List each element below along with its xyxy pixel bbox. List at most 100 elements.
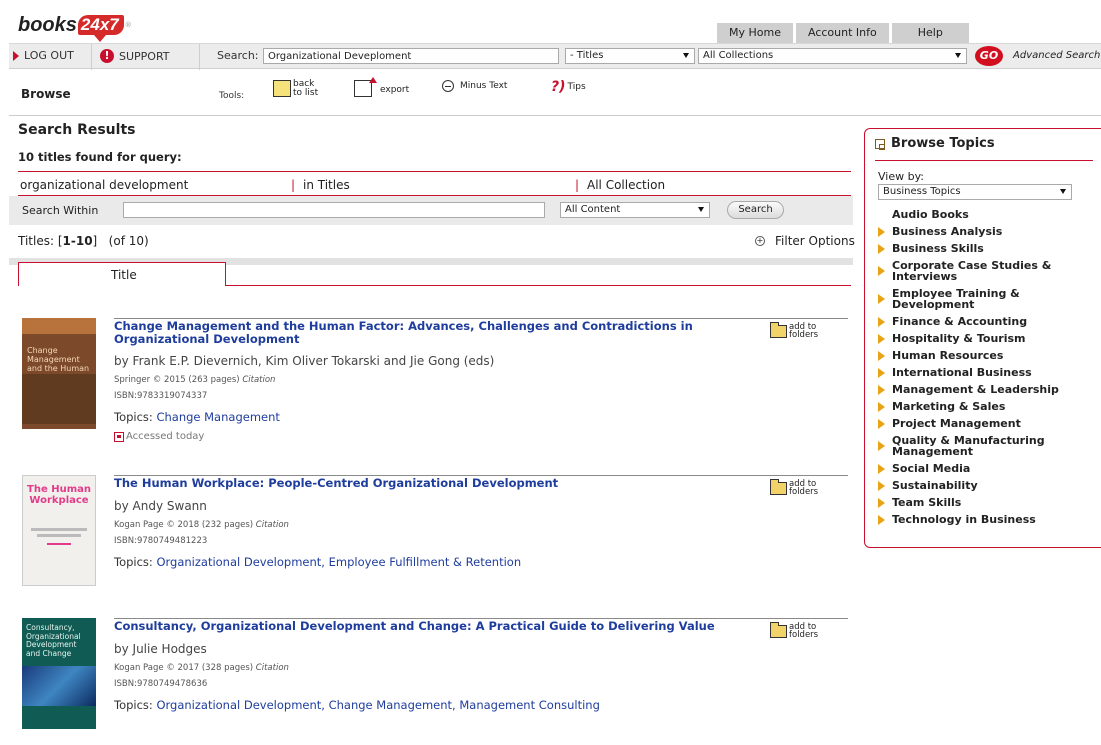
logout-link[interactable]: LOG OUT [13, 49, 74, 62]
topic-item[interactable]: Quality & Manufacturing Management [878, 435, 1088, 457]
advanced-search-link[interactable]: Advanced Search [1013, 50, 1100, 61]
topic-item[interactable]: Sustainability [878, 480, 1088, 491]
tab-account-info[interactable]: Account Info [795, 23, 889, 43]
topic-link[interactable]: Organizational Development, Employee Ful… [156, 555, 521, 569]
topic-item[interactable]: Human Resources [878, 350, 1088, 361]
expand-arrow-icon [878, 481, 885, 491]
search-scope-value: - Titles [570, 50, 604, 61]
topic-item[interactable]: Team Skills [878, 497, 1088, 508]
minus-circle-icon [442, 80, 454, 92]
export-button[interactable]: export [354, 77, 409, 97]
topic-label: Human Resources [892, 349, 1004, 362]
book-cover-title: The Human Workplace [27, 484, 91, 506]
topic-item[interactable]: Finance & Accounting [878, 316, 1088, 327]
view-by-select[interactable]: Business Topics [878, 184, 1072, 200]
result-isbn: ISBN:9780749481223 [114, 536, 208, 546]
add-to-folders-button[interactable]: add to folders [770, 621, 823, 639]
back-to-list-button[interactable]: back to list [273, 80, 321, 98]
logo-books-text: books [18, 13, 77, 36]
collection-select[interactable]: All Collections [698, 48, 967, 64]
titles-range: Titles: [1-10] (of 10) [18, 234, 149, 248]
topic-link[interactable]: Organizational Development, Change Manag… [156, 698, 599, 712]
view-by-label: View by: [878, 170, 924, 183]
chevron-down-icon [698, 207, 704, 212]
topic-label: Team Skills [892, 496, 962, 509]
minus-text-button[interactable]: Minus Text [442, 80, 507, 92]
topic-label: Marketing & Sales [892, 400, 1006, 413]
query-scope: in Titles [303, 178, 350, 192]
view-by-value: Business Topics [883, 186, 961, 197]
browse-label: Browse [21, 87, 71, 101]
sort-tab-title[interactable]: Title [18, 262, 226, 286]
filter-options-label: Filter Options [775, 234, 855, 248]
search-scope-select[interactable]: - Titles [565, 48, 695, 64]
topic-label: Sustainability [892, 479, 978, 492]
tab-help[interactable]: Help [891, 23, 969, 43]
tab-my-home[interactable]: My Home [717, 23, 793, 43]
topic-label: International Business [892, 366, 1032, 379]
topic-list: Audio Books Business Analysis Business S… [878, 209, 1088, 531]
topic-item[interactable]: Technology in Business [878, 514, 1088, 525]
expand-arrow-icon [878, 244, 885, 254]
topic-item[interactable]: Project Management [878, 418, 1088, 429]
expand-arrow-icon [878, 294, 885, 304]
topic-item[interactable]: International Business [878, 367, 1088, 378]
citation-link[interactable]: Citation [256, 520, 289, 530]
search-within-input[interactable] [123, 202, 545, 218]
tips-button[interactable]: ?) Tips [551, 79, 586, 95]
folder-icon [770, 321, 787, 338]
topic-label: Technology in Business [892, 513, 1036, 526]
topic-item[interactable]: Business Skills [878, 243, 1088, 254]
result-title-link[interactable]: The Human Workplace: People-Centred Orga… [114, 477, 734, 490]
topic-item[interactable]: Audio Books [878, 209, 1088, 220]
tree-icon [875, 138, 885, 150]
topic-item[interactable]: Employee Training & Development [878, 288, 1088, 310]
books24x7-logo[interactable]: books 24x7 ® [18, 12, 132, 42]
add-to-folders-button[interactable]: add to folders [770, 478, 823, 496]
query-collection: All Collection [587, 178, 666, 192]
folder-icon [770, 478, 787, 495]
result-topics: Topics: Organizational Development, Chan… [114, 698, 600, 712]
result-title-link[interactable]: Consultancy, Organizational Development … [114, 620, 734, 633]
query-separator: | [291, 178, 296, 192]
topic-link[interactable]: Change Management [156, 410, 279, 424]
content-scope-select[interactable]: All Content [560, 202, 710, 218]
result-item: Consultancy, Organizational Development … [20, 618, 850, 738]
topic-item[interactable]: Marketing & Sales [878, 401, 1088, 412]
book-cover[interactable]: Change Management and the Human Factor [22, 318, 96, 429]
search-input[interactable] [263, 48, 559, 64]
result-isbn: ISBN:9780749478636 [114, 679, 208, 689]
support-label: SUPPORT [119, 49, 170, 63]
result-title-link[interactable]: Change Management and the Human Factor: … [114, 320, 734, 346]
expand-arrow-icon [878, 419, 885, 429]
result-authors: by Frank E.P. Dievernich, Kim Oliver Tok… [114, 354, 495, 368]
result-authors: by Andy Swann [114, 499, 207, 513]
result-item: The Human Workplace The Human Workplace:… [20, 475, 850, 595]
topics-label: Topics: [114, 410, 153, 424]
add-to-folders-button[interactable]: add to folders [770, 321, 823, 339]
filter-options-toggle[interactable]: + Filter Options [755, 234, 855, 248]
back-to-list-label: back to list [293, 79, 319, 98]
book-cover[interactable]: The Human Workplace [22, 475, 96, 586]
support-link[interactable]: ! SUPPORT [100, 49, 170, 63]
topic-label: Business Analysis [892, 225, 1003, 238]
topic-item[interactable]: Business Analysis [878, 226, 1088, 237]
result-item: Change Management and the Human Factor C… [20, 318, 850, 463]
header-divider [91, 44, 92, 70]
search-within-button[interactable]: Search [727, 201, 784, 219]
topic-item[interactable]: Social Media [878, 463, 1088, 474]
topic-item[interactable]: Management & Leadership [878, 384, 1088, 395]
tools-bar: Browse Tools: back to list export Minus … [9, 70, 1101, 116]
go-button[interactable]: GO [975, 46, 1003, 66]
topic-item[interactable]: Corporate Case Studies & Interviews [878, 260, 1088, 282]
citation-link[interactable]: Citation [242, 375, 275, 385]
bookmark-icon [114, 431, 124, 442]
minus-text-label: Minus Text [460, 81, 508, 91]
search-within-label: Search Within [22, 204, 99, 217]
result-isbn: ISBN:9783319074337 [114, 391, 208, 401]
expand-arrow-icon [878, 385, 885, 395]
book-cover[interactable]: Consultancy, Organizational Development … [22, 618, 96, 729]
result-publisher-text: Kogan Page © 2017 (328 pages) [114, 663, 254, 673]
citation-link[interactable]: Citation [256, 663, 289, 673]
topic-item[interactable]: Hospitality & Tourism [878, 333, 1088, 344]
